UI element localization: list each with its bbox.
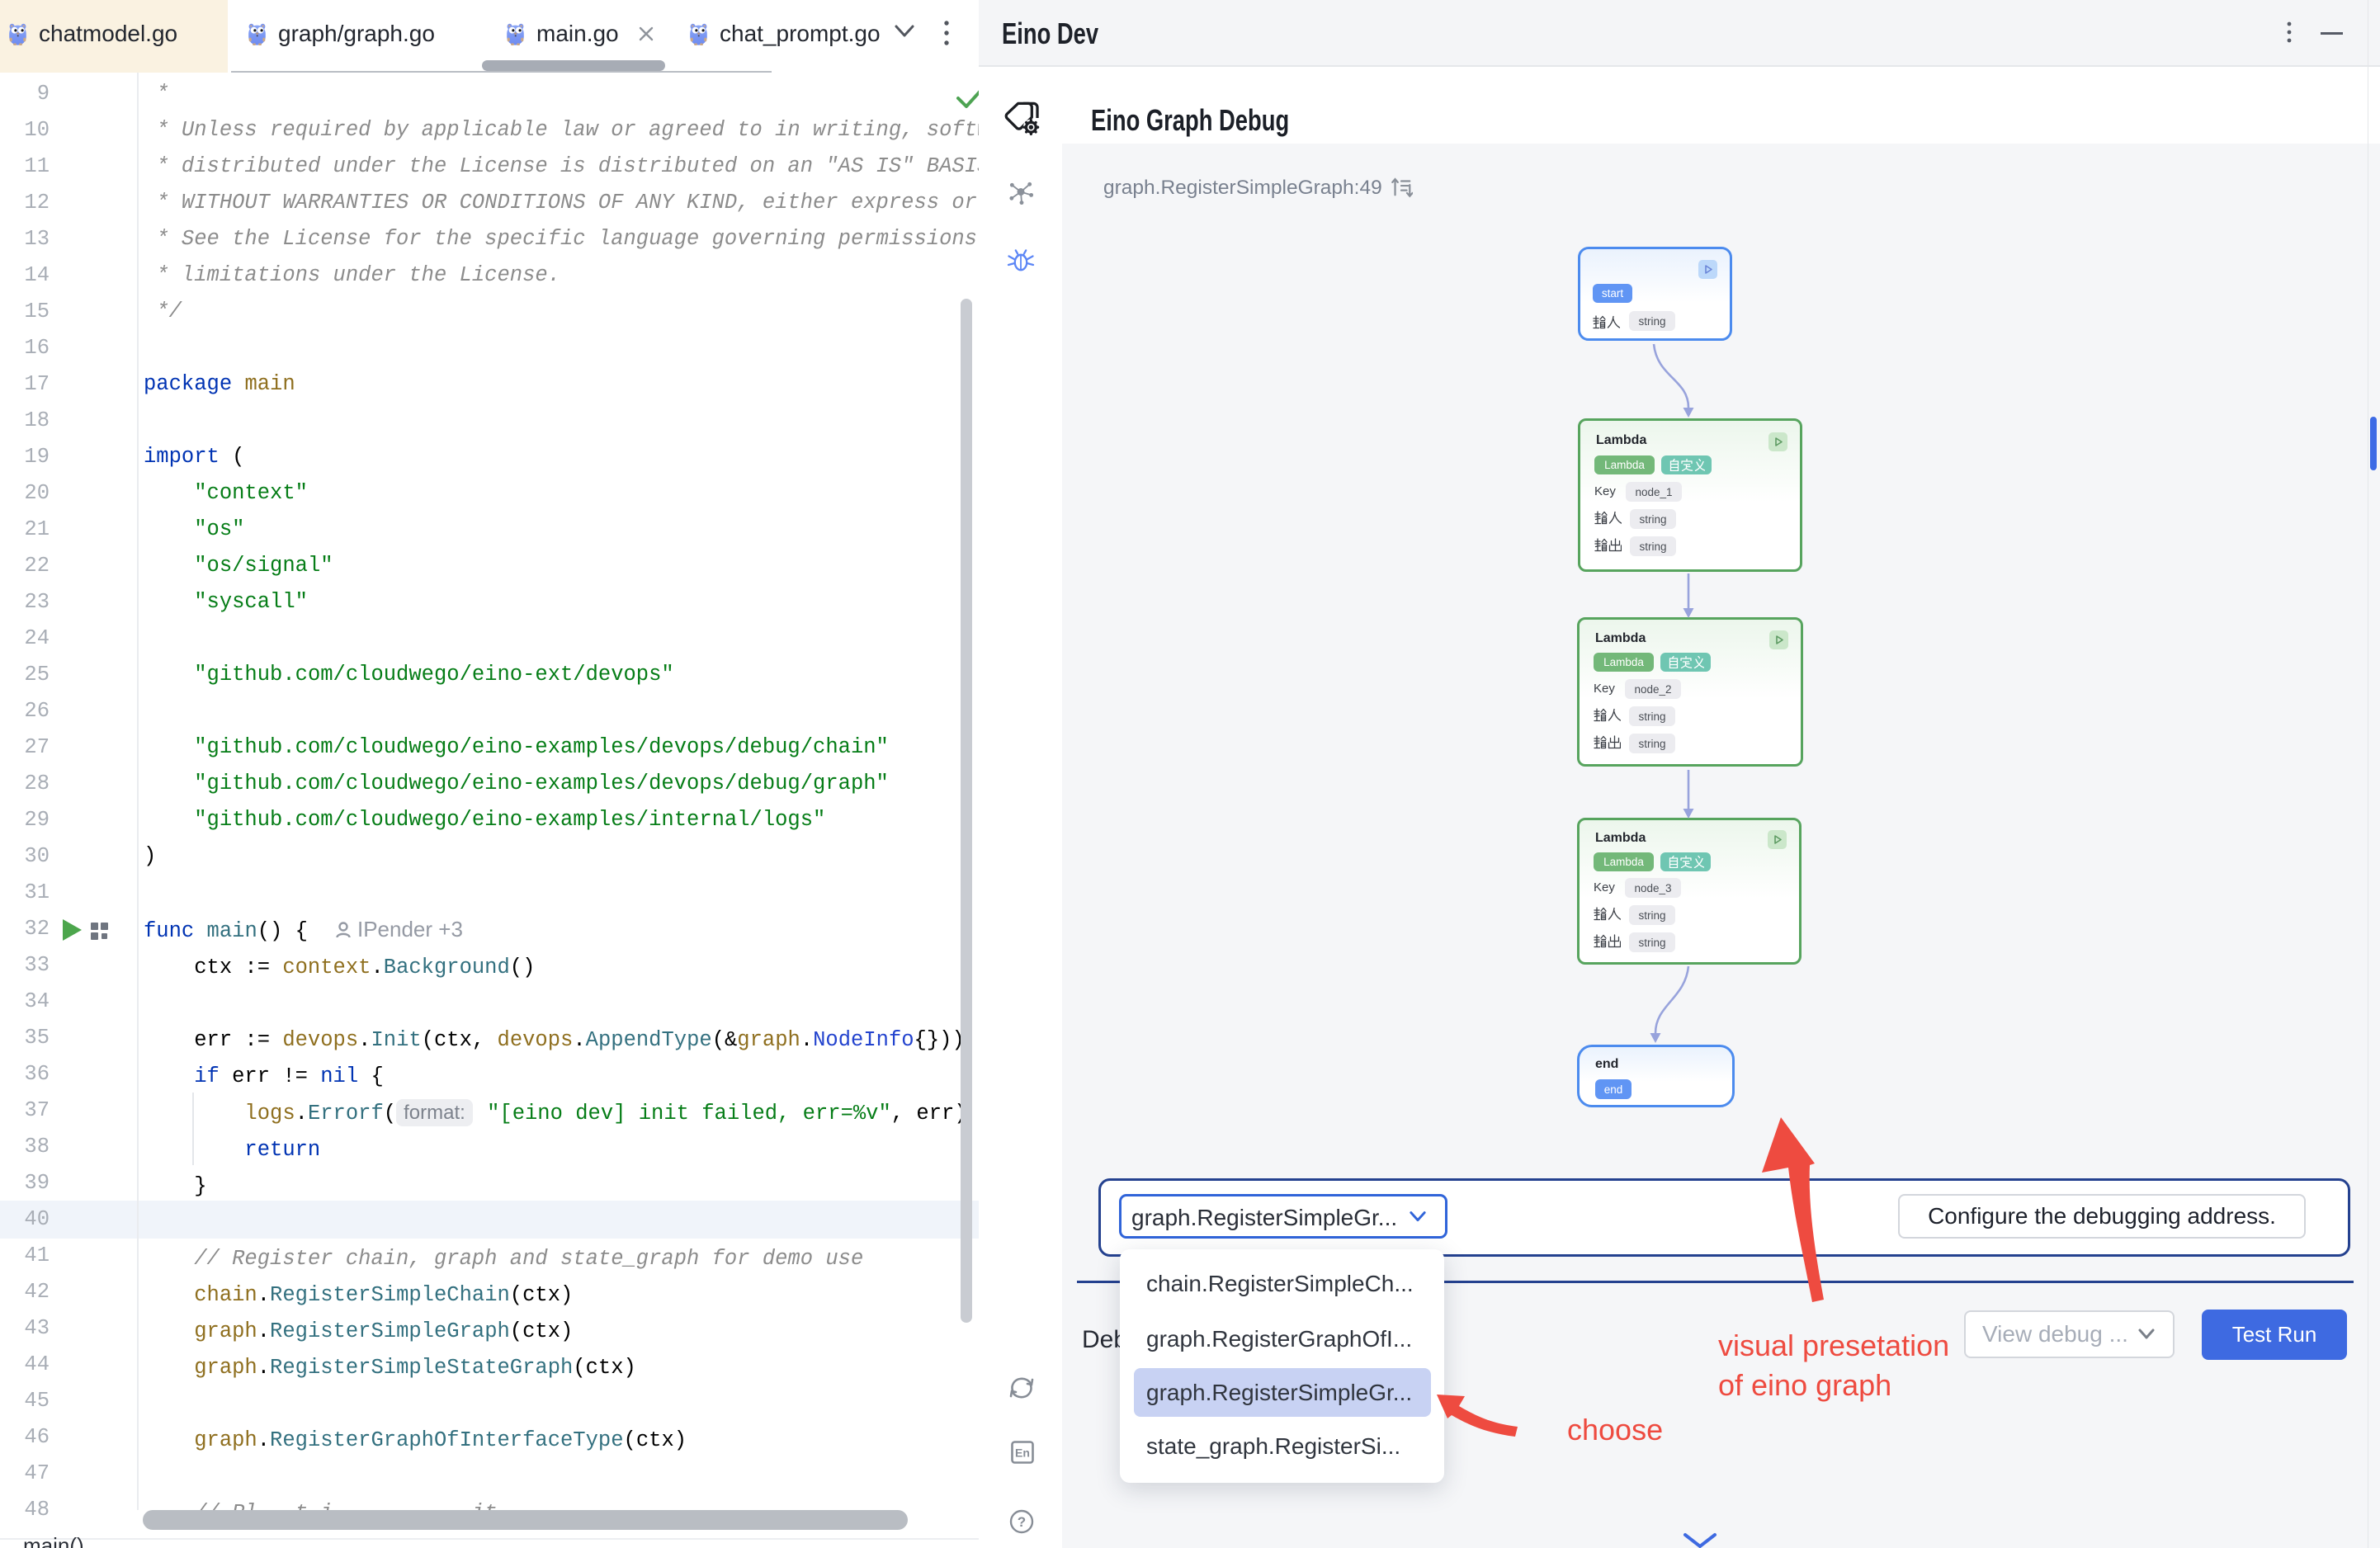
svg-text:En: En [1015,1447,1030,1460]
svg-text:?: ? [1018,1514,1026,1530]
